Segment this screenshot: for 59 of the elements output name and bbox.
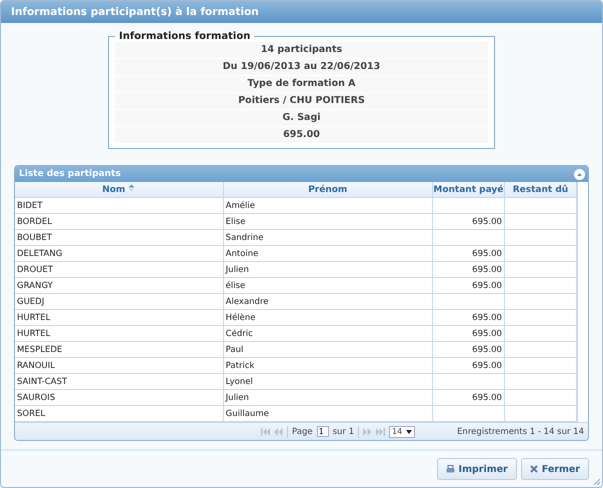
caret-icon (406, 430, 412, 434)
table-cell: DELETANG (15, 246, 224, 262)
close-icon (530, 465, 538, 473)
table-cell: HURTEL (15, 310, 224, 326)
table-cell: 695.00 (432, 326, 504, 342)
column-header[interactable]: Montant payé (432, 182, 504, 198)
panel-legend: Informations formation (115, 31, 254, 42)
table-cell: Patrick (223, 358, 432, 374)
resize-grip-icon[interactable] (592, 477, 601, 486)
table-cell: Lyonel (223, 374, 432, 390)
table-cell: 695.00 (432, 246, 504, 262)
table-cell: Antoine (223, 246, 432, 262)
table-cell: 695.00 (432, 342, 504, 358)
next-page-icon[interactable] (363, 428, 372, 436)
table-cell: 695.00 (432, 390, 504, 406)
printer-icon (446, 464, 455, 474)
column-header[interactable]: Prénom (223, 182, 432, 198)
table-cell: Julien (223, 262, 432, 278)
table-cell: BORDEL (15, 214, 224, 230)
window-title: Informations participant(s) à la formation (1, 1, 602, 23)
collapse-icon[interactable] (574, 168, 585, 180)
table-cell: Amélie (223, 198, 432, 214)
table-cell: GRANGY (15, 278, 224, 294)
column-header[interactable]: Nom (15, 182, 224, 198)
table-cell: 695.00 (432, 262, 504, 278)
table-cell: DROUET (15, 262, 224, 278)
table-cell: HURTEL (15, 326, 224, 342)
first-page-icon[interactable] (261, 428, 270, 436)
print-button[interactable]: Imprimer (436, 458, 517, 480)
page-size-select[interactable]: 14 (389, 426, 416, 438)
page-count: sur 1 (332, 426, 354, 436)
table-cell: BIDET (15, 198, 224, 214)
table-cell: Elise (223, 214, 432, 230)
table-cell: 695.00 (432, 278, 504, 294)
last-page-icon[interactable] (376, 428, 386, 436)
table-cell: Cédric (223, 326, 432, 342)
table-cell: RANOUIL (15, 358, 224, 374)
table-cell: MESPLEDE (15, 342, 224, 358)
page-label: Page (292, 426, 313, 436)
grid-title: Liste des partipants (19, 169, 121, 179)
previous-page-icon[interactable] (274, 428, 284, 436)
table-cell: élise (223, 278, 432, 294)
table-cell: Paul (223, 342, 432, 358)
table-cell: BOUBET (15, 230, 224, 246)
page-input[interactable]: 1 (316, 426, 329, 437)
table-cell: 695.00 (432, 310, 504, 326)
table-cell: Julien (223, 390, 432, 406)
table-cell: SAUROIS (15, 390, 224, 406)
sort-icon (128, 184, 136, 192)
table-cell: SAINT-CAST (15, 374, 224, 390)
table-cell: 695.00 (432, 214, 504, 230)
column-header[interactable]: Restant dû (504, 182, 576, 198)
table-cell: 695.00 (432, 358, 504, 374)
close-button[interactable]: Fermer (520, 458, 589, 480)
table-cell: Alexandre (223, 294, 432, 310)
table-cell: GUEDJ (15, 294, 224, 310)
record-count: Enregistrements 1 - 14 sur 14 (457, 426, 584, 436)
table-cell: Sandrine (223, 230, 432, 246)
table-cell: Hélène (223, 310, 432, 326)
